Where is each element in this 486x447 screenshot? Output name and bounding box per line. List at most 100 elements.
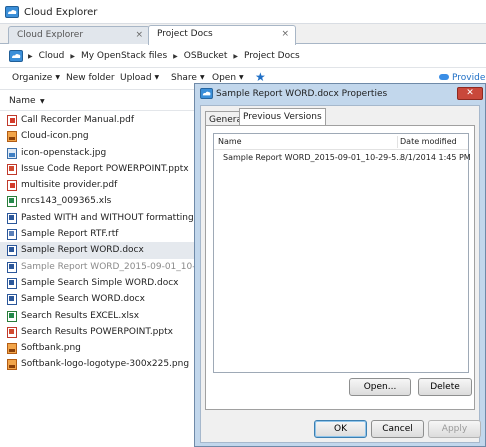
file-name: Call Recorder Manual.pdf [21, 115, 135, 125]
file-name: Softbank.png [21, 343, 81, 354]
jpg-icon [7, 147, 17, 159]
pptx-icon [7, 163, 17, 175]
new-folder-button[interactable]: New folder [66, 73, 115, 83]
file-name: Sample Search Simple WORD.docx [21, 277, 179, 288]
tab-close-icon[interactable]: × [281, 29, 289, 39]
file-item[interactable]: Softbank-logo-logotype-300x225.png [0, 356, 200, 372]
new-folder-label: New folder [66, 73, 115, 83]
cloud-location-icon [9, 50, 23, 65]
versions-list: Name Date modified Sample Report WORD_20… [213, 133, 471, 373]
apply-button[interactable]: Apply [428, 420, 481, 438]
docx-icon [7, 261, 17, 273]
file-name: Pasted WITH and WITHOUT formatting.docx [21, 212, 200, 223]
file-name: multisite provider.pdf [21, 180, 118, 191]
tab-previous-versions[interactable]: Previous Versions [239, 108, 326, 126]
cloud-icon [439, 74, 449, 80]
tab-strip: Cloud Explorer × Project Docs × [0, 24, 486, 45]
delete-version-button[interactable]: Delete [418, 378, 472, 396]
breadcrumb-cloud[interactable]: Cloud [39, 51, 65, 61]
provider-button[interactable]: Provider [439, 73, 486, 83]
pdf-icon [7, 180, 17, 192]
chevron-down-icon: ▼ [239, 74, 244, 81]
chevron-down-icon: ▼ [55, 74, 60, 81]
file-item[interactable]: Issue Code Report POWERPOINT.pptx [0, 161, 200, 177]
close-icon[interactable]: ✕ [457, 87, 483, 100]
ok-button[interactable]: OK [314, 420, 367, 438]
file-item[interactable]: Sample Search Simple WORD.docx [0, 275, 200, 291]
cancel-button[interactable]: Cancel [371, 420, 424, 438]
file-item-selected[interactable]: Sample Report WORD.docx [0, 242, 200, 259]
file-item[interactable]: Call Recorder Manual.pdf [0, 112, 200, 128]
xlsx-icon [7, 310, 17, 322]
file-item[interactable]: Softbank.png [0, 340, 200, 356]
upload-button[interactable]: Upload ▼ [120, 73, 159, 83]
file-item[interactable]: nrcs143_009365.xls [0, 193, 200, 209]
share-label: Share [171, 73, 197, 83]
window-titlebar: Cloud Explorer [0, 0, 486, 24]
cloud-explorer-app-icon [5, 6, 19, 21]
version-name: Sample Report WORD_2015-09-01_10-29-5... [223, 153, 404, 162]
address-bar: ▶ Cloud ▶ My OpenStack files ▶ OSBucket … [0, 45, 486, 68]
star-icon[interactable]: ★ [255, 70, 266, 84]
chevron-right-icon[interactable]: ▶ [28, 53, 33, 60]
file-name: Issue Code Report POWERPOINT.pptx [21, 163, 189, 174]
breadcrumb-osbucket[interactable]: OSBucket [184, 51, 228, 61]
file-name: Search Results EXCEL.xlsx [21, 310, 140, 321]
properties-dialog: Sample Report WORD.docx Properties ✕ Gen… [194, 83, 486, 447]
provider-label: Provider [452, 73, 486, 83]
column-header-name[interactable]: Name [218, 137, 242, 146]
chevron-right-icon[interactable]: ▶ [233, 53, 238, 60]
open-version-button[interactable]: Open... [349, 378, 411, 396]
dialog-title: Sample Report WORD.docx Properties [216, 89, 388, 99]
file-item[interactable]: multisite provider.pdf [0, 177, 200, 193]
open-label: Open [212, 73, 237, 83]
sort-chevron-down-icon: ▼ [40, 98, 45, 105]
tab-project-docs[interactable]: Project Docs × [148, 25, 296, 45]
png-icon [7, 131, 17, 143]
tab-label: Project Docs [157, 29, 213, 39]
previous-versions-panel: Name Date modified Sample Report WORD_20… [205, 125, 475, 410]
file-item[interactable]: Pasted WITH and WITHOUT formatting.docx [0, 210, 200, 226]
dialog-body: General Previous Versions Name Date modi… [200, 105, 481, 443]
breadcrumb-my-openstack-files[interactable]: My OpenStack files [81, 51, 167, 61]
file-name: Softbank-logo-logotype-300x225.png [21, 359, 190, 370]
breadcrumb: ▶ Cloud ▶ My OpenStack files ▶ OSBucket … [28, 51, 300, 61]
name-column-header[interactable]: Name ▼ [0, 91, 200, 111]
tab-cloud-explorer[interactable]: Cloud Explorer × [8, 26, 150, 44]
cloud-explorer-app-icon [200, 88, 213, 102]
chevron-right-icon[interactable]: ▶ [70, 53, 75, 60]
file-item[interactable]: Search Results EXCEL.xlsx [0, 308, 200, 324]
breadcrumb-project-docs[interactable]: Project Docs [244, 51, 300, 61]
organize-label: Organize [12, 73, 53, 83]
file-item[interactable]: Sample Search WORD.docx [0, 291, 200, 307]
file-name: Sample Search WORD.docx [21, 294, 145, 305]
organize-button[interactable]: Organize ▼ [12, 73, 60, 83]
file-item[interactable]: Sample Report RTF.rtf [0, 226, 200, 242]
file-name: Cloud-icon.png [21, 131, 89, 142]
file-item[interactable]: Cloud-icon.png [0, 128, 200, 144]
tab-close-icon[interactable]: × [135, 30, 143, 40]
docx-icon [7, 245, 17, 257]
file-name: nrcs143_009365.xls [21, 196, 112, 207]
tab-label: Cloud Explorer [17, 30, 84, 40]
png-icon [7, 343, 17, 355]
dialog-titlebar[interactable]: Sample Report WORD.docx Properties ✕ [195, 84, 485, 104]
pptx-icon [7, 326, 17, 338]
column-divider[interactable] [397, 136, 398, 148]
xls-icon [7, 196, 17, 208]
chevron-down-icon: ▼ [154, 74, 160, 81]
file-item[interactable]: Search Results POWERPOINT.pptx [0, 324, 200, 340]
share-button[interactable]: Share ▼ [171, 73, 205, 83]
file-item[interactable]: icon-openstack.jpg [0, 145, 200, 161]
open-button[interactable]: Open ▼ [212, 73, 244, 83]
pdf-icon [7, 115, 17, 126]
upload-label: Upload [120, 73, 152, 83]
version-row[interactable]: Sample Report WORD_2015-09-01_10-29-5...… [214, 151, 471, 165]
column-header-date-modified[interactable]: Date modified [400, 137, 457, 146]
file-item[interactable]: Sample Report WORD_2015-09-01_10-29-55.d… [0, 259, 200, 275]
docx-icon [7, 212, 17, 224]
file-name: icon-openstack.jpg [21, 147, 107, 158]
chevron-right-icon[interactable]: ▶ [173, 53, 178, 60]
rtf-icon [7, 229, 17, 241]
versions-list-header: Name Date modified [214, 134, 468, 150]
